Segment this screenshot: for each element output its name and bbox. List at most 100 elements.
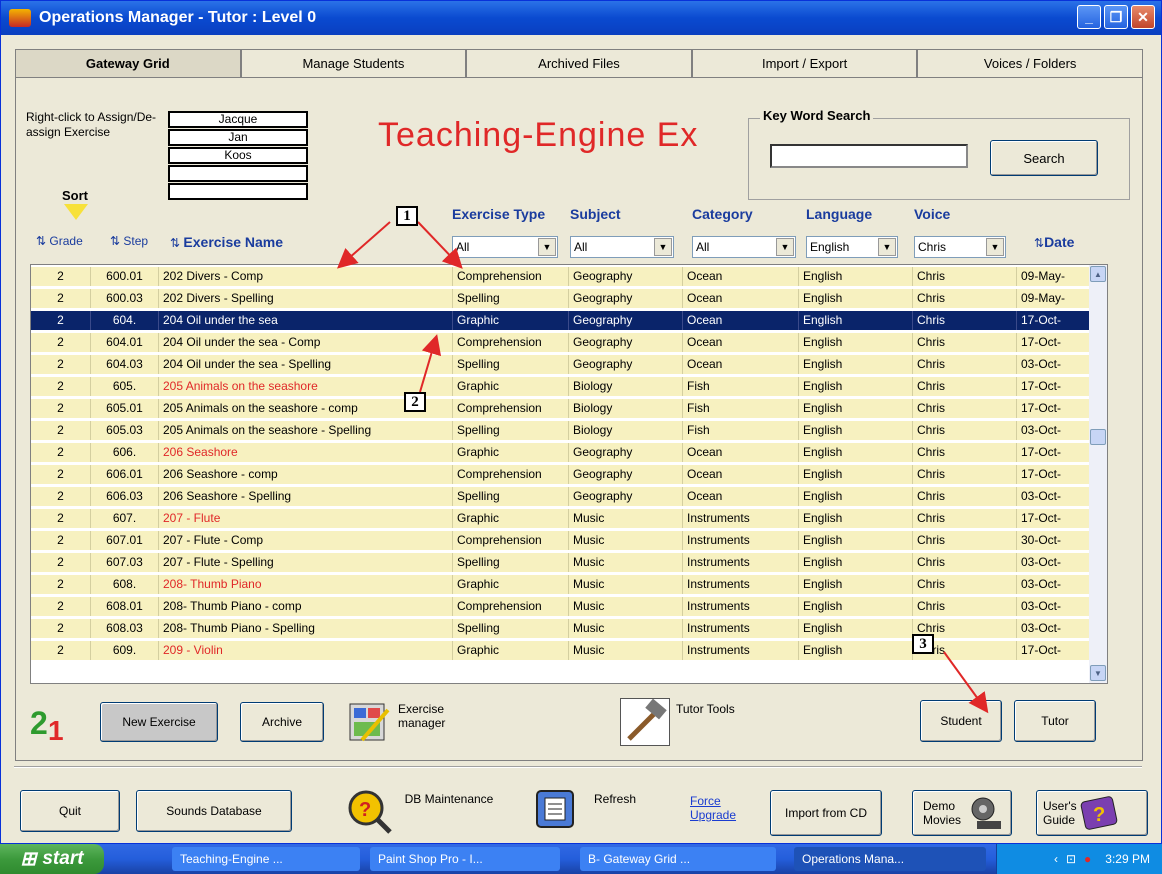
db-maintenance-icon[interactable]: ? xyxy=(344,786,392,834)
col-voice[interactable]: Voice xyxy=(914,206,950,222)
scroll-down-icon[interactable]: ▼ xyxy=(1090,665,1106,681)
close-button[interactable]: ✕ xyxy=(1131,5,1155,29)
table-row[interactable]: 2 607.01 207 - Flute - Comp Comprehension Mu… xyxy=(31,531,1091,550)
col-category[interactable]: Category xyxy=(692,206,753,222)
tab-gateway-grid[interactable]: Gateway Grid xyxy=(15,49,241,77)
tab-archived-files[interactable]: Archived Files xyxy=(466,49,692,77)
cell-step: 608.03 xyxy=(91,619,159,638)
tab-manage-students[interactable]: Manage Students xyxy=(240,49,467,77)
force-upgrade-link[interactable]: Force Upgrade xyxy=(690,794,750,822)
cell-date: 09-May- xyxy=(1017,267,1091,286)
cell-subject: Music xyxy=(569,575,683,594)
col-language[interactable]: Language xyxy=(806,206,872,222)
table-row[interactable]: 2 600.03 202 Divers - Spelling Spelling Geog… xyxy=(31,289,1091,308)
cell-name: 209 - Violin xyxy=(159,641,453,660)
taskbar-item[interactable]: B- Gateway Grid ... xyxy=(580,847,776,871)
db-maintenance-label[interactable]: DB Maintenance xyxy=(404,792,494,806)
tutor-tools-icon[interactable] xyxy=(620,698,670,746)
cell-date: 30-Oct- xyxy=(1017,531,1091,550)
tutor-tools-label[interactable]: Tutor Tools xyxy=(676,702,736,716)
sort-name-button[interactable]: ⇅ Exercise Name xyxy=(170,234,283,250)
cell-date: 03-Oct- xyxy=(1017,355,1091,374)
exercise-grid[interactable]: 2 600.01 202 Divers - Comp Comprehension Geo… xyxy=(30,264,1108,684)
search-button[interactable]: Search xyxy=(990,140,1098,176)
table-row[interactable]: 2 605. 205 Animals on the seashore Graphic B… xyxy=(31,377,1091,396)
student-slot[interactable] xyxy=(168,183,308,200)
taskbar-item[interactable]: Operations Mana... xyxy=(794,847,986,871)
cell-grade: 2 xyxy=(31,509,91,528)
cell-subject: Biology xyxy=(569,421,683,440)
tab-voices-folders[interactable]: Voices / Folders xyxy=(917,49,1143,77)
table-row[interactable]: 2 605.03 205 Animals on the seashore - Spe… xyxy=(31,421,1091,440)
tutor-button[interactable]: Tutor xyxy=(1014,700,1096,742)
exercise-manager-label[interactable]: Exercise manager xyxy=(398,702,478,730)
users-guide-button[interactable]: User's Guide ? xyxy=(1036,790,1148,836)
table-row[interactable]: 2 606. 206 Seashore Graphic Geography Ocean En… xyxy=(31,443,1091,462)
student-slot[interactable]: Jan xyxy=(168,129,308,146)
table-row[interactable]: 2 606.01 206 Seashore - comp Comprehension G… xyxy=(31,465,1091,484)
table-row[interactable]: 2 604.01 204 Oil under the sea - Comp Compr… xyxy=(31,333,1091,352)
col-subject[interactable]: Subject xyxy=(570,206,621,222)
minimize-button[interactable]: _ xyxy=(1077,5,1101,29)
filter-exercise-type[interactable]: All ▼ xyxy=(452,236,558,258)
table-row[interactable]: 2 607. 207 - Flute Graphic Music Instruments E… xyxy=(31,509,1091,528)
vertical-scrollbar[interactable]: ▲ ▼ xyxy=(1089,265,1107,683)
table-row[interactable]: 2 604.03 204 Oil under the sea - Spelling S… xyxy=(31,355,1091,374)
cell-language: English xyxy=(799,399,913,418)
refresh-label[interactable]: Refresh xyxy=(594,792,636,806)
archive-button[interactable]: Archive xyxy=(240,702,324,742)
tab-bar: Gateway Grid Manage Students Archived Fi… xyxy=(15,49,1143,77)
filter-voice[interactable]: Chris ▼ xyxy=(914,236,1006,258)
cell-voice: Chris xyxy=(913,465,1017,484)
table-row[interactable]: 2 608.01 208- Thumb Piano - comp Comprehens… xyxy=(31,597,1091,616)
refresh-icon[interactable] xyxy=(534,788,576,830)
table-row[interactable]: 2 608. 208- Thumb Piano Graphic Music Instrum… xyxy=(31,575,1091,594)
sounds-database-button[interactable]: Sounds Database xyxy=(136,790,292,832)
window-title: Operations Manager - Tutor : Level 0 xyxy=(39,9,317,26)
cell-date: 03-Oct- xyxy=(1017,619,1091,638)
cell-grade: 2 xyxy=(31,443,91,462)
taskbar-item[interactable]: Teaching-Engine ... xyxy=(172,847,360,871)
scroll-up-icon[interactable]: ▲ xyxy=(1090,266,1106,282)
table-row[interactable]: 2 600.01 202 Divers - Comp Comprehension Geo… xyxy=(31,267,1091,286)
restore-button[interactable]: ❐ xyxy=(1104,5,1128,29)
exercise-manager-icon[interactable] xyxy=(348,700,392,744)
table-row[interactable]: 2 604. 204 Oil under the sea Graphic Geograp… xyxy=(31,311,1091,330)
cell-voice: Chris xyxy=(913,355,1017,374)
chevron-down-icon: ▼ xyxy=(654,238,672,256)
cell-subject: Music xyxy=(569,509,683,528)
student-button[interactable]: Student xyxy=(920,700,1002,742)
taskbar-item[interactable]: Paint Shop Pro - I... xyxy=(370,847,560,871)
tray-arrow-icon[interactable]: ‹ xyxy=(1054,852,1058,866)
filter-subject[interactable]: All ▼ xyxy=(570,236,674,258)
scroll-thumb[interactable] xyxy=(1090,429,1106,445)
table-row[interactable]: 2 607.03 207 - Flute - Spelling Spelling Mus… xyxy=(31,553,1091,572)
student-slot[interactable] xyxy=(168,165,308,182)
table-row[interactable]: 2 605.01 205 Animals on the seashore - com… xyxy=(31,399,1091,418)
network-icon[interactable]: ⊡ xyxy=(1066,852,1076,866)
filter-language[interactable]: English ▼ xyxy=(806,236,898,258)
cell-grade: 2 xyxy=(31,619,91,638)
import-from-cd-button[interactable]: Import from CD xyxy=(770,790,882,836)
security-icon[interactable]: ● xyxy=(1084,852,1091,866)
cell-name: 207 - Flute - Comp xyxy=(159,531,453,550)
start-button[interactable]: ⊞ start xyxy=(0,844,104,874)
student-slot[interactable]: Koos xyxy=(168,147,308,164)
cell-voice: Chris xyxy=(913,487,1017,506)
sort-step-button[interactable]: ⇅ Step xyxy=(110,234,148,248)
student-slot[interactable]: Jacque xyxy=(168,111,308,128)
demo-movies-button[interactable]: Demo Movies xyxy=(912,790,1012,836)
col-exercise-type[interactable]: Exercise Type xyxy=(452,206,545,222)
keyword-search-input[interactable] xyxy=(770,144,968,168)
quit-button[interactable]: Quit xyxy=(20,790,120,832)
filter-category[interactable]: All ▼ xyxy=(692,236,796,258)
title-bar[interactable]: Operations Manager - Tutor : Level 0 _ ❐… xyxy=(1,1,1161,35)
sort-grade-button[interactable]: ⇅ Grade xyxy=(36,234,83,248)
tab-import-export[interactable]: Import / Export xyxy=(691,49,918,77)
cell-language: English xyxy=(799,619,913,638)
cell-category: Fish xyxy=(683,421,799,440)
cell-type: Comprehension xyxy=(453,267,569,286)
sort-date-button[interactable]: ⇅Date xyxy=(1034,234,1074,250)
new-exercise-button[interactable]: New Exercise xyxy=(100,702,218,742)
table-row[interactable]: 2 606.03 206 Seashore - Spelling Spelling Ge… xyxy=(31,487,1091,506)
